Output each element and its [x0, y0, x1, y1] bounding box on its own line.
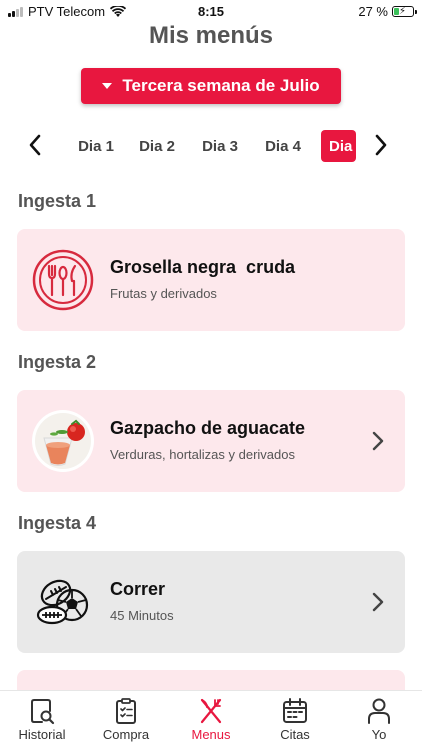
- tab-dia-5[interactable]: Dia: [321, 130, 356, 162]
- calendar-icon: [283, 698, 307, 723]
- tab-menus[interactable]: Menus: [169, 697, 253, 742]
- battery-icon: ⚡: [392, 6, 417, 17]
- section-label: Ingesta 2: [18, 352, 97, 372]
- meal-category: Frutas y derivados: [110, 286, 217, 301]
- tab-dia-1[interactable]: Dia 1: [75, 130, 117, 162]
- clipboard-list-icon: [116, 698, 136, 724]
- week-label: Tercera semana de Julio: [122, 76, 320, 95]
- user-icon: [368, 698, 390, 724]
- history-search-icon: [31, 699, 55, 725]
- activity-card[interactable]: Correr 45 Minutos: [17, 551, 405, 653]
- chevron-right-icon: [372, 592, 384, 612]
- status-right: 27 % ⚡: [358, 4, 417, 19]
- tab-dia-4[interactable]: Dia 4: [262, 130, 304, 162]
- tab-label: Yo: [371, 727, 387, 742]
- meal-card[interactable]: Grosella negra cruda Frutas y derivados: [17, 229, 405, 331]
- tab-citas[interactable]: Citas: [253, 697, 337, 742]
- meal-title: Grosella negra cruda: [110, 257, 296, 277]
- section-label: Ingesta 1: [18, 191, 97, 211]
- activity-title: Correr: [110, 579, 166, 599]
- sports-balls-icon: [36, 579, 89, 625]
- chevron-left-icon: [29, 134, 41, 156]
- tab-label: Compra: [102, 727, 150, 742]
- status-bar: PTV Telecom 8:15 27 % ⚡: [0, 0, 422, 22]
- meal-card[interactable]: Gazpacho de aguacate Verduras, hortaliza…: [17, 390, 405, 492]
- week-selector-button[interactable]: Tercera semana de Julio: [81, 68, 341, 104]
- day-tabs: Dia 1 Dia 2 Dia 3 Dia 4 Dia: [0, 126, 422, 164]
- charging-bolt-icon: ⚡: [399, 6, 407, 17]
- next-day-button[interactable]: [368, 131, 394, 159]
- gazpacho-photo: [32, 410, 94, 472]
- bottom-tab-bar: Historial Compra Menus Citas Yo: [0, 690, 422, 750]
- tab-dia-3[interactable]: Dia 3: [199, 130, 241, 162]
- tab-dia-2[interactable]: Dia 2: [136, 130, 178, 162]
- section-label: Ingesta 4: [18, 513, 97, 533]
- chevron-right-icon: [375, 134, 387, 156]
- battery-percent: 27 %: [358, 4, 388, 19]
- previous-day-button[interactable]: [22, 131, 48, 159]
- tab-yo[interactable]: Yo: [337, 697, 421, 742]
- tab-historial[interactable]: Historial: [0, 697, 84, 742]
- activity-duration: 45 Minutos: [110, 608, 174, 623]
- meal-title: Gazpacho de aguacate: [110, 418, 306, 438]
- tab-label: Menus: [191, 727, 231, 742]
- page-title: Mis menús: [148, 22, 274, 49]
- tab-compra[interactable]: Compra: [84, 697, 168, 742]
- meal-category: Verduras, hortalizas y derivados: [110, 447, 295, 462]
- chevron-right-icon: [372, 431, 384, 451]
- food-utensils-icon: [32, 249, 94, 311]
- tab-label: Citas: [280, 727, 310, 742]
- partial-card[interactable]: [17, 670, 405, 690]
- caret-down-icon: [102, 83, 113, 89]
- fork-knife-icon: [200, 698, 222, 724]
- tab-label: Historial: [18, 727, 66, 742]
